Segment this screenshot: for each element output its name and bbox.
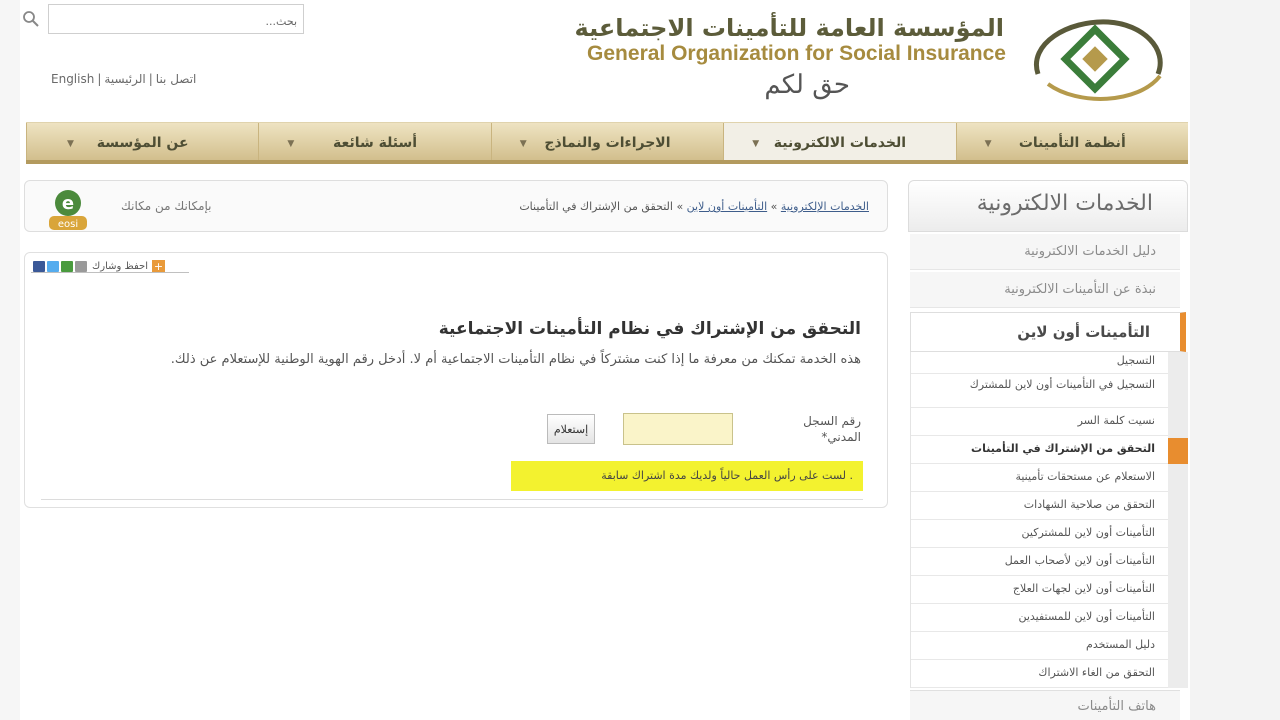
share-divider (31, 272, 189, 273)
twitter-icon[interactable] (47, 260, 59, 272)
sub-item-register-subscriber[interactable]: التسجيل في التأمينات أون لاين للمشترك (911, 374, 1169, 408)
nav-e-services[interactable]: الخدمات الالكترونية ▼ (723, 123, 956, 160)
contact-link[interactable]: اتصل بنا (156, 72, 197, 86)
share-bar[interactable]: احفظ وشارك + (33, 259, 166, 273)
search-icon[interactable] (22, 10, 40, 28)
top-links: English | اتصل بنا|الرئيسية (51, 72, 197, 86)
query-button[interactable]: إستعلام (547, 414, 595, 444)
national-id-input[interactable] (623, 413, 733, 445)
nav-insurance-systems[interactable]: أنظمة التأمينات ▼ (955, 123, 1188, 160)
english-link[interactable]: English (51, 72, 94, 86)
id-field-label: رقم السجل المدني* (803, 414, 861, 444)
nav-procedures-forms[interactable]: الاجراءات والنماذج ▼ (490, 123, 723, 160)
sidebar-item-phone[interactable]: هاتف التأمينات (910, 690, 1180, 720)
chevron-down-icon: ▼ (752, 139, 760, 149)
sub-item-user-guide[interactable]: دليل المستخدم (911, 632, 1169, 660)
facebook-icon[interactable] (33, 260, 45, 272)
eos-tagline: بإمكانك من مكانك (121, 199, 212, 213)
home-link[interactable]: الرئيسية (104, 72, 145, 86)
breadcrumb-panel: الخدمات الإلكترونية » التأمينات أون لاين… (24, 180, 888, 232)
sidebar-item-about-e-insurance[interactable]: نبذة عن التأمينات الالكترونية (910, 272, 1180, 308)
share-icon[interactable] (61, 260, 73, 272)
eos-logo-icon[interactable]: e eosi (45, 186, 91, 232)
chevron-down-icon: ▼ (984, 139, 992, 149)
sub-item-certificate-validity[interactable]: التحقق من صلاحية الشهادات (911, 492, 1169, 520)
submenu-scrollbar[interactable] (1168, 352, 1188, 688)
breadcrumb-current: التحقق من الإشتراك في التأمينات (519, 200, 673, 213)
page-title: التحقق من الإشتراك في نظام التأمينات الا… (438, 319, 861, 339)
content-panel: احفظ وشارك + التحقق من الإشتراك في نظام … (24, 252, 888, 508)
nav-about[interactable]: عن المؤسسة ▼ (25, 123, 258, 160)
email-icon[interactable] (75, 260, 87, 272)
logo-slogan: حق لكم (764, 70, 850, 100)
sidebar-title: الخدمات الالكترونية (908, 180, 1188, 232)
svg-text:eosi: eosi (58, 219, 78, 230)
main-nav: أنظمة التأمينات ▼ الخدمات الالكترونية ▼ ال… (25, 122, 1188, 164)
result-message: . لست على رأس العمل حالياً ولديك مدة اشت… (511, 461, 863, 491)
left-margin (0, 0, 20, 720)
content-divider (41, 499, 863, 500)
page-description: هذه الخدمة تمكنك من معرفة ما إذا كنت مشت… (170, 352, 861, 367)
sub-item-online-employers[interactable]: التأمينات أون لاين لأصحاب العمل (911, 548, 1169, 576)
sub-item-forgot-password[interactable]: نسيت كلمة السر (911, 408, 1169, 436)
search-input[interactable]: بحث... (48, 4, 304, 34)
active-item-marker (1168, 438, 1188, 464)
logo-arabic[interactable]: المؤسسة العامة للتأمينات الاجتماعية (572, 14, 1004, 42)
sub-item-register[interactable]: التسجيل (911, 352, 1169, 374)
sidebar-item-services-guide[interactable]: دليل الخدمات الالكترونية (910, 234, 1180, 270)
breadcrumb-e-services[interactable]: الخدمات الإلكترونية (781, 200, 869, 213)
logo-english[interactable]: General Organization for Social Insuranc… (570, 42, 1006, 66)
chevron-down-icon: ▼ (66, 139, 74, 149)
sidebar-submenu: التسجيل التسجيل في التأمينات أون لاين لل… (910, 352, 1169, 688)
svg-text:e: e (62, 193, 74, 214)
sub-item-online-beneficiaries[interactable]: التأمينات أون لاين للمستفيدين (911, 604, 1169, 632)
chevron-down-icon: ▼ (519, 139, 527, 149)
sidebar-section-online[interactable]: التأمينات أون لاين (910, 312, 1186, 352)
chevron-down-icon: ▼ (287, 139, 295, 149)
breadcrumb: الخدمات الإلكترونية » التأمينات أون لاين… (519, 200, 869, 213)
page: بحث... English | اتصل بنا|الرئيسية المؤسسة… (0, 0, 1280, 720)
gosi-emblem-icon[interactable] (1018, 14, 1170, 108)
nav-faq[interactable]: أسئلة شائعة ▼ (258, 123, 490, 160)
sub-item-online-medical[interactable]: التأمينات أون لاين لجهات العلاج (911, 576, 1169, 604)
breadcrumb-online[interactable]: التأمينات أون لاين (687, 200, 767, 213)
sub-item-benefits-inquiry[interactable]: الاستعلام عن مستحقات تأمينية (911, 464, 1169, 492)
right-margin (1190, 0, 1280, 720)
sub-item-verify-subscription[interactable]: التحقق من الإشتراك في التأمينات (911, 436, 1169, 464)
share-label[interactable]: احفظ وشارك (92, 261, 148, 272)
sub-item-online-subscribers[interactable]: التأمينات أون لاين للمشتركين (911, 520, 1169, 548)
sub-item-cancel-subscription[interactable]: التحقق من الغاء الاشتراك (911, 660, 1169, 688)
plus-icon[interactable]: + (152, 259, 166, 273)
